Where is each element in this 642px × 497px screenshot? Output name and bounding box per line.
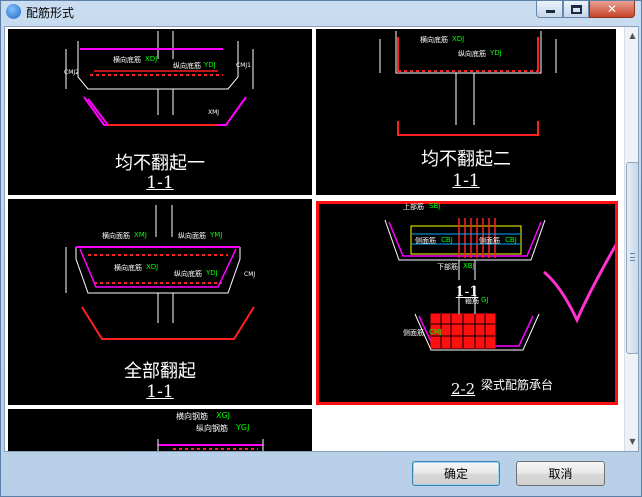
tile-3-label: XDJ xyxy=(146,263,159,271)
grip-icon xyxy=(630,253,635,261)
tile-3-caption: 全部翻起 xyxy=(124,361,196,382)
dialog-window: 配筋形式 ✕ 横向底筋 XDJ 纵向底筋 YDJ CMJ1 CMJ2 XMJ 均… xyxy=(0,0,642,497)
option-tile-2[interactable]: 横向底筋 XDJ 纵向底筋 YDJ 均不翻起二 1-1 xyxy=(316,29,616,195)
tile-1-caption: 均不翻起一 xyxy=(115,153,205,174)
title-bar[interactable]: 配筋形式 ✕ xyxy=(1,1,641,23)
maximize-button[interactable] xyxy=(563,1,589,18)
tile-2-caption: 均不翻起二 xyxy=(421,149,511,170)
tile-3-label: YMJ xyxy=(210,231,223,239)
tile-3-label: 横向底筋 xyxy=(114,264,142,272)
tile-5-label: XGJ xyxy=(216,411,231,420)
close-icon: ✕ xyxy=(606,2,618,16)
tile-1-label: YDJ xyxy=(204,61,216,69)
tile-1-label: XMJ xyxy=(208,109,220,116)
tile-5-label: YGJ xyxy=(236,423,250,432)
scroll-thumb[interactable] xyxy=(626,162,638,354)
tile-1-label: 纵向底筋 xyxy=(173,62,201,70)
tile-4-label: 侧面筋 xyxy=(479,237,500,245)
vertical-scrollbar[interactable]: ▲ ▼ xyxy=(624,27,638,451)
app-icon xyxy=(6,4,21,19)
tile-2-section: 1-1 xyxy=(452,171,480,191)
tile-4-label: SBJ xyxy=(429,202,441,210)
option-tile-1[interactable]: 横向底筋 XDJ 纵向底筋 YDJ CMJ1 CMJ2 XMJ 均不翻起一 1-… xyxy=(8,29,312,195)
tile-1-label: CMJ2 xyxy=(64,69,79,76)
tile-1-label: CMJ1 xyxy=(236,62,251,69)
tile-5-label: 纵向钢筋 xyxy=(196,424,228,433)
maximize-icon xyxy=(571,5,582,14)
option-tile-5[interactable]: 横向钢筋 XGJ 纵向钢筋 YGJ xyxy=(8,409,312,451)
scroll-up-icon[interactable]: ▲ xyxy=(626,28,638,43)
tile-3-label: 纵向底筋 xyxy=(174,270,202,278)
option-tile-4-selected[interactable]: 上部筋 SBJ 侧面筋 CBJ 侧面筋 CBJ 下部筋 XBJ 箍筋 GJ 侧面… xyxy=(316,201,618,405)
tile-3-section: 1-1 xyxy=(146,382,174,402)
tile-1-section: 1-1 xyxy=(146,173,174,193)
cancel-button[interactable]: 取消 xyxy=(516,461,605,486)
tile-2-label: 纵向底筋 xyxy=(458,50,486,58)
tile-4-label: 侧面筋 xyxy=(415,237,436,245)
tile-3-label: YDJ xyxy=(206,269,218,277)
tile-4-section: 2-2 xyxy=(451,380,476,398)
tile-4-label: CBJ xyxy=(505,236,517,244)
tile-2-label: YDJ xyxy=(490,49,502,57)
tile-4-section-top: 1-1 xyxy=(455,284,479,300)
tile-1-label: 横向底筋 xyxy=(113,56,141,64)
minimize-button[interactable] xyxy=(536,1,563,18)
tile-3-label: 横向面筋 xyxy=(102,232,130,240)
tile-4-label: 下部筋 xyxy=(437,263,458,271)
minimize-icon xyxy=(546,10,555,13)
tile-4-label: 上部筋 xyxy=(403,203,424,211)
scroll-down-icon[interactable]: ▼ xyxy=(626,434,638,449)
window-title: 配筋形式 xyxy=(26,6,75,20)
tile-4-label: 侧面筋 xyxy=(403,329,424,337)
tile-3-label: 纵向面筋 xyxy=(178,232,206,240)
tile-4-label: XBJ xyxy=(463,262,475,270)
tile-1-label: XDJ xyxy=(145,55,158,63)
tile-3-label: XMJ xyxy=(134,231,147,239)
ok-button[interactable]: 确定 xyxy=(412,461,500,486)
option-tile-3[interactable]: 横向面筋 XMJ 纵向面筋 YMJ 横向底筋 XDJ 纵向底筋 YDJ CMJ … xyxy=(8,199,312,405)
tile-2-label: 横向底筋 xyxy=(420,36,448,44)
tile-3-label: CMJ xyxy=(244,271,256,278)
tile-5-label: 横向钢筋 xyxy=(176,412,208,421)
close-button[interactable]: ✕ xyxy=(589,1,635,18)
tile-5-drawing xyxy=(157,439,264,451)
tile-4-label: CBJ xyxy=(441,236,453,244)
tile-2-label: XDJ xyxy=(452,35,465,43)
tile-4-caption: 梁式配筋承台 xyxy=(481,378,554,392)
option-gallery: 横向底筋 XDJ 纵向底筋 YDJ CMJ1 CMJ2 XMJ 均不翻起一 1-… xyxy=(4,26,639,452)
tile-4-label: CMJ xyxy=(429,328,442,336)
